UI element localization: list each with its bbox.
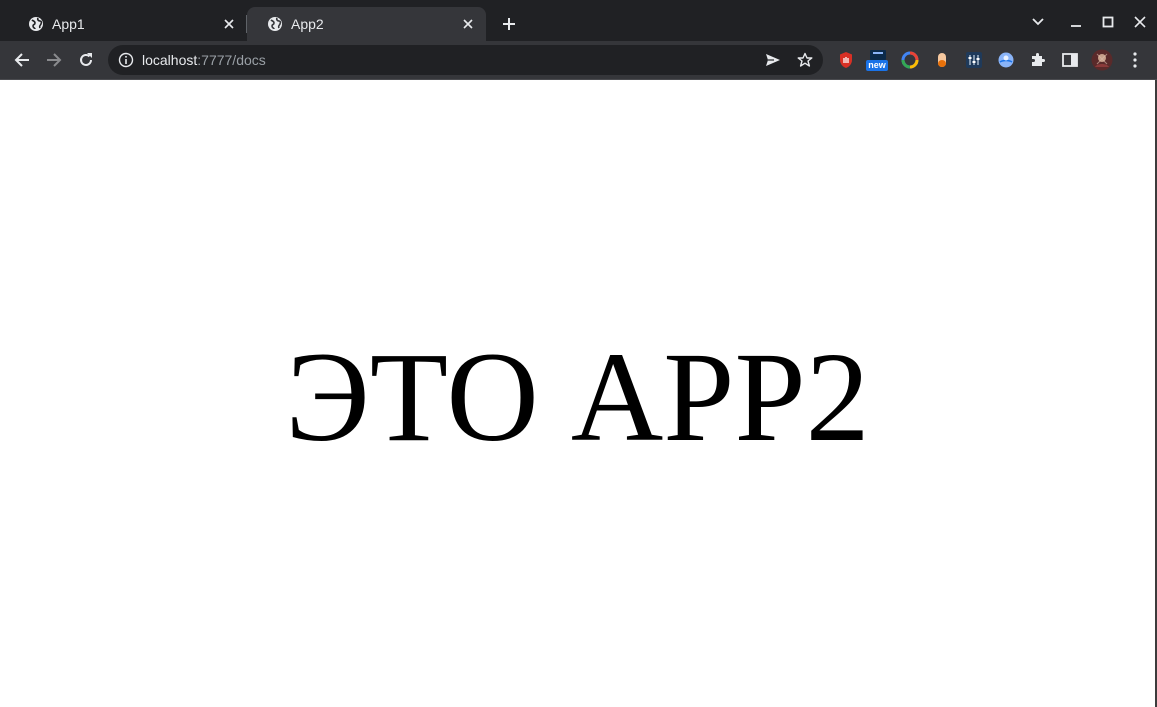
color-ring-extension-icon[interactable] <box>899 49 921 71</box>
close-tab-icon[interactable] <box>460 16 476 32</box>
plus-icon <box>503 18 515 30</box>
close-icon <box>1134 16 1146 28</box>
tab-app2[interactable]: App2 <box>247 7 486 41</box>
tab-title: App1 <box>52 16 85 32</box>
minimize-icon <box>1071 25 1081 27</box>
bookmark-star-icon[interactable] <box>795 50 815 70</box>
send-tab-icon[interactable] <box>763 50 783 70</box>
page-heading: ЭТО APP2 <box>285 326 870 468</box>
url-host: localhost <box>142 52 198 68</box>
browser-menu-button[interactable] <box>1123 48 1147 72</box>
tab-app1[interactable]: App1 <box>8 7 247 41</box>
new-tab-button[interactable] <box>497 12 521 36</box>
address-bar[interactable]: localhost:7777/docs <box>108 45 823 75</box>
tab-search-button[interactable] <box>1026 10 1050 34</box>
url-text[interactable]: localhost:7777/docs <box>142 51 266 69</box>
extension-badge: new <box>866 60 888 71</box>
reload-button[interactable] <box>74 48 98 72</box>
maximize-button[interactable] <box>1096 10 1120 34</box>
forward-button[interactable] <box>42 48 66 72</box>
kebab-menu-icon <box>1133 52 1137 68</box>
new-badge-extension-icon[interactable]: new <box>866 49 890 71</box>
site-info-icon[interactable] <box>118 52 134 68</box>
back-button[interactable] <box>10 48 34 72</box>
tab-title: App2 <box>291 16 324 32</box>
profile-avatar[interactable] <box>1090 49 1114 71</box>
capsule-extension-icon[interactable] <box>931 49 953 71</box>
close-window-button[interactable] <box>1128 10 1152 34</box>
globe-icon <box>267 16 283 32</box>
globe-icon <box>28 16 44 32</box>
side-panel-icon[interactable] <box>1059 49 1081 71</box>
minimize-button[interactable] <box>1064 10 1088 34</box>
hand-extension-icon[interactable] <box>835 49 857 71</box>
url-path: :7777/docs <box>197 52 266 68</box>
browser-toolbar: localhost:7777/docs new <box>0 41 1157 79</box>
close-tab-icon[interactable] <box>221 16 237 32</box>
equalizer-extension-icon[interactable] <box>963 49 985 71</box>
globe-bubble-extension-icon[interactable] <box>995 49 1017 71</box>
maximize-icon <box>1102 16 1114 28</box>
puzzle-extensions-icon[interactable] <box>1027 49 1049 71</box>
tab-strip: App1 App2 <box>0 0 1157 41</box>
arrow-right-icon <box>47 53 62 67</box>
page-content: ЭТО APP2 <box>0 80 1155 707</box>
reload-icon <box>80 53 92 66</box>
arrow-left-icon <box>14 53 29 67</box>
chevron-down-icon <box>1032 18 1044 26</box>
